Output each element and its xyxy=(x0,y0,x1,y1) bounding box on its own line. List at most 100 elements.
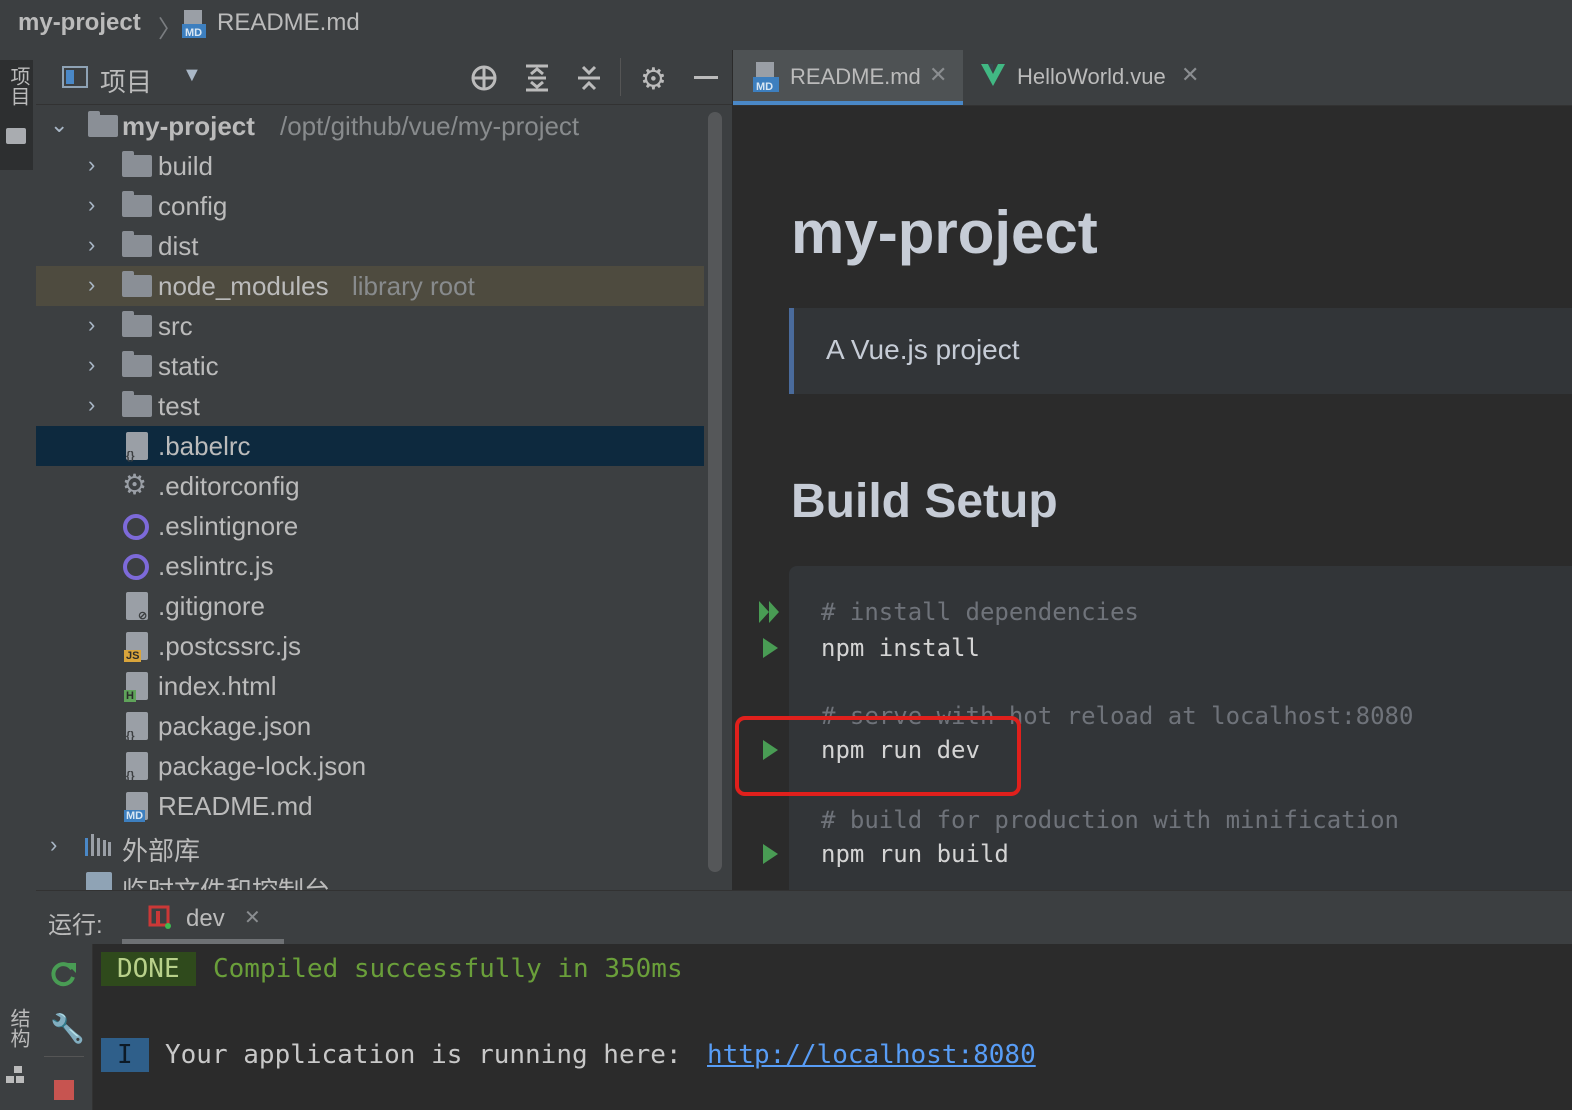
folder-icon xyxy=(122,391,152,417)
tree-folder-dist[interactable]: › dist xyxy=(36,226,704,266)
chevron-right-icon[interactable]: › xyxy=(88,352,95,378)
tree-folder-build[interactable]: › build xyxy=(36,146,704,186)
info-text: Your application is running here: xyxy=(165,1040,698,1070)
breadcrumb-project[interactable]: my-project xyxy=(18,9,141,37)
tree-file-package-lock-json[interactable]: {} package-lock.json xyxy=(36,746,704,786)
json-file-icon: {} xyxy=(126,432,148,462)
js-file-icon: JS xyxy=(124,632,148,662)
chevron-right-icon[interactable]: › xyxy=(88,392,95,418)
ignore-file-icon: ⊘ xyxy=(126,592,148,622)
highlight-annotation xyxy=(735,716,1021,796)
tree-label: src xyxy=(158,311,193,341)
tree-label: .postcssrc.js xyxy=(158,631,302,661)
tree-file-package-json[interactable]: {} package.json xyxy=(36,706,704,746)
structure-tool-window-button[interactable]: 结构 xyxy=(0,1000,33,1100)
vue-icon xyxy=(979,60,1007,88)
tree-label: index.html xyxy=(158,671,277,701)
rerun-icon[interactable] xyxy=(50,960,78,988)
project-scrollbar[interactable] xyxy=(708,112,722,872)
toolbar-divider xyxy=(44,1056,84,1057)
close-icon[interactable]: ✕ xyxy=(1181,62,1199,88)
gear-icon[interactable]: ⚙ xyxy=(640,62,667,97)
minimize-icon[interactable] xyxy=(694,76,718,79)
tree-file-eslintrc[interactable]: .eslintrc.js xyxy=(36,546,704,586)
close-icon[interactable]: ✕ xyxy=(244,905,261,930)
chevron-right-icon[interactable]: › xyxy=(50,832,57,858)
navigation-bar: my-project 〉 MD README.md xyxy=(0,0,1572,51)
tree-scratches[interactable]: 临时文件和控制台 xyxy=(36,866,704,890)
structure-icon xyxy=(6,1066,24,1084)
tree-label: static xyxy=(158,351,219,381)
tool-window-strip: 项目 结构 xyxy=(0,50,37,1110)
tree-root-my-project[interactable]: ⌄ my-project /opt/github/vue/my-project xyxy=(36,106,704,146)
markdown-blockquote: A Vue.js project xyxy=(789,308,1572,394)
folder-icon xyxy=(6,128,26,144)
tree-label: .babelrc xyxy=(158,431,251,461)
tree-folder-test[interactable]: › test xyxy=(36,386,704,426)
run-tab-dev[interactable]: dev ✕ xyxy=(122,891,284,945)
run-panel-header: 运行: dev ✕ xyxy=(36,890,1572,945)
tree-label: node_modules xyxy=(158,271,329,301)
tree-folder-src[interactable]: › src xyxy=(36,306,704,346)
tab-helloworld[interactable]: HelloWorld.vue ✕ xyxy=(965,50,1215,105)
locate-target-icon[interactable] xyxy=(470,64,498,92)
tree-folder-static[interactable]: › static xyxy=(36,346,704,386)
chevron-down-icon[interactable]: ⌄ xyxy=(50,112,68,138)
tree-external-libraries[interactable]: › 外部库 xyxy=(36,826,704,866)
tree-label: package.json xyxy=(158,711,312,741)
svg-text:MD: MD xyxy=(756,81,773,92)
markdown-file-icon: MD xyxy=(182,10,206,39)
tree-file-eslintignore[interactable]: .eslintignore xyxy=(36,506,704,546)
json-file-icon: {} xyxy=(126,712,148,742)
tree-file-editorconfig[interactable]: ⚙ .editorconfig xyxy=(36,466,704,506)
project-tool-window-button[interactable]: 项目 xyxy=(0,60,33,170)
wrench-icon[interactable]: 🔧 xyxy=(50,1012,85,1045)
markdown-heading-2: Build Setup xyxy=(791,475,1058,528)
close-icon[interactable]: ✕ xyxy=(929,62,947,88)
root-name: my-project xyxy=(122,111,255,141)
tree-file-index-html[interactable]: H index.html xyxy=(36,666,704,706)
localhost-link[interactable]: http://localhost:8080 xyxy=(707,1040,1036,1070)
tree-file-gitignore[interactable]: ⊘ .gitignore xyxy=(36,586,704,626)
folder-icon xyxy=(122,351,152,377)
eslint-icon xyxy=(123,554,149,580)
toolbar-divider xyxy=(620,58,621,96)
markdown-file-icon: MD xyxy=(753,62,779,93)
folder-icon xyxy=(122,271,152,297)
run-icon[interactable] xyxy=(763,844,778,864)
chevron-right-icon[interactable]: › xyxy=(88,232,95,258)
tree-label: .eslintrc.js xyxy=(158,551,274,581)
tree-folder-node-modules[interactable]: › node_modules library root xyxy=(36,266,704,306)
tree-label: .editorconfig xyxy=(158,471,300,501)
tree-file-babelrc[interactable]: {} .babelrc xyxy=(36,426,704,466)
gear-icon: ⚙ xyxy=(122,469,148,500)
chevron-right-icon[interactable]: › xyxy=(88,192,95,218)
folder-icon xyxy=(122,151,152,177)
tab-readme[interactable]: MD README.md ✕ xyxy=(733,50,963,105)
tree-file-postcssrc[interactable]: JS .postcssrc.js xyxy=(36,626,704,666)
project-view-icon xyxy=(62,66,88,88)
collapse-all-icon[interactable] xyxy=(576,64,602,92)
run-all-icon[interactable] xyxy=(759,601,783,623)
tree-folder-config[interactable]: › config xyxy=(36,186,704,226)
expand-all-icon[interactable] xyxy=(524,64,550,92)
project-view-title[interactable]: 项目 xyxy=(100,62,152,99)
code-line: npm install xyxy=(821,634,980,662)
tree-label: .gitignore xyxy=(158,591,265,621)
chevron-right-icon[interactable]: › xyxy=(88,272,95,298)
run-console[interactable]: DONE Compiled successfully in 350ms I Yo… xyxy=(93,944,1572,1110)
code-line: npm run build xyxy=(821,840,1009,868)
tree-file-readme[interactable]: MD README.md xyxy=(36,786,704,826)
run-icon[interactable] xyxy=(763,638,778,658)
root-path: /opt/github/vue/my-project xyxy=(280,111,580,141)
html-file-icon: H xyxy=(124,672,148,702)
svg-text:MD: MD xyxy=(185,27,202,38)
compile-status: Compiled successfully in 350ms xyxy=(213,954,683,984)
breadcrumb-file[interactable]: README.md xyxy=(217,9,360,37)
chevron-right-icon[interactable]: › xyxy=(88,152,95,178)
breadcrumb-separator: 〉 xyxy=(158,16,182,43)
tab-label: README.md xyxy=(790,64,921,89)
chevron-right-icon[interactable]: › xyxy=(88,312,95,338)
stop-icon[interactable] xyxy=(54,1080,74,1100)
chevron-down-icon[interactable]: ▼ xyxy=(182,64,202,87)
